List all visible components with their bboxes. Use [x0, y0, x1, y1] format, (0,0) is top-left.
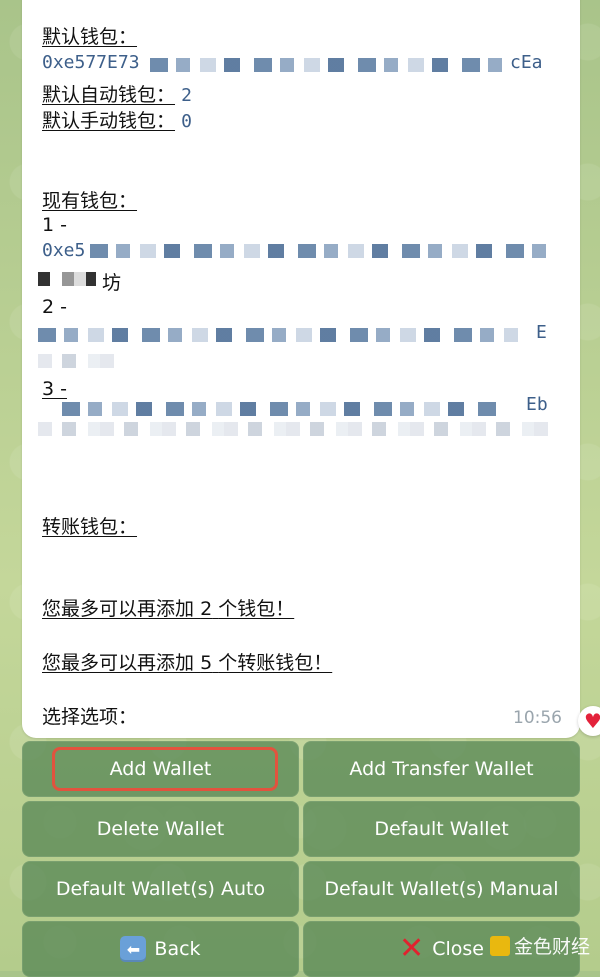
wallet-3-address-end: Eb — [526, 394, 548, 415]
highlight-box — [52, 747, 278, 791]
watermark: 金色财经 — [489, 932, 590, 959]
heart-reaction-icon[interactable]: ♥ — [578, 706, 600, 736]
back-arrow-icon: ⬅ — [120, 936, 147, 962]
existing-wallets-label: 现有钱包： — [42, 190, 138, 212]
delete-wallet-button[interactable]: Delete Wallet — [22, 801, 299, 857]
redacted-address — [38, 328, 518, 342]
default-wallet-button[interactable]: Default Wallet — [303, 801, 580, 857]
default-wallet-address[interactable]: 0xe577E73 — [42, 52, 140, 73]
default-auto-wallet: 默认自动钱包： 2 — [42, 84, 192, 106]
redacted-note — [38, 272, 96, 286]
wallet-limit-text: 您最多可以再添加 2 个钱包！ — [42, 598, 295, 620]
redacted-address — [150, 58, 510, 72]
default-wallets-manual-button[interactable]: Default Wallet(s) Manual — [303, 861, 580, 917]
redacted-note — [38, 354, 122, 368]
transfer-limit-text: 您最多可以再添加 5 个转账钱包！ — [42, 652, 333, 674]
redacted-note — [38, 422, 548, 436]
add-wallet-button[interactable]: Add Wallet — [22, 741, 299, 797]
message-time: 10:56 — [513, 708, 562, 728]
wallet-3-index: 3 - — [42, 378, 67, 400]
wallet-1-note: 坊 — [102, 272, 122, 294]
default-manual-wallet: 默认手动钱包： 0 — [42, 110, 192, 132]
choose-option-label: 选择选项： — [42, 706, 138, 728]
transfer-wallets-label: 转账钱包： — [42, 516, 138, 538]
wallet-1-address[interactable]: 0xe5 — [42, 240, 85, 261]
close-x-icon: ✕ — [399, 931, 425, 966]
watermark-logo-icon — [489, 935, 510, 956]
default-wallet-label: 默认钱包： — [42, 26, 138, 48]
redacted-address — [62, 402, 502, 416]
wallet-1-index: 1 - — [42, 214, 67, 236]
default-wallet-address-end: cEa — [510, 52, 543, 73]
bot-message-bubble: 默认钱包： 0xe577E73 cEa 默认自动钱包： 2 默认手动钱包： 0 … — [22, 0, 580, 738]
default-wallets-auto-button[interactable]: Default Wallet(s) Auto — [22, 861, 299, 917]
redacted-address — [90, 244, 550, 258]
add-transfer-wallet-button[interactable]: Add Transfer Wallet — [303, 741, 580, 797]
wallet-2-address-end: E — [536, 322, 547, 343]
back-button[interactable]: ⬅ Back — [22, 921, 299, 977]
wallet-2-index: 2 - — [42, 296, 67, 318]
